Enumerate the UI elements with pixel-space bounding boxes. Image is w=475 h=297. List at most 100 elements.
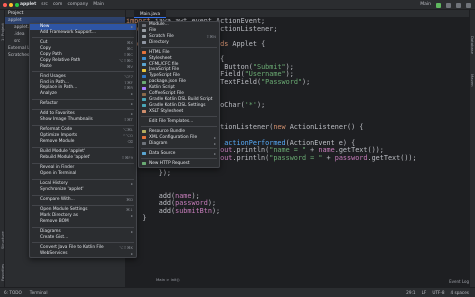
menu-item-label: Convert Java File to Kotlin File	[40, 245, 104, 251]
menu-item-label: Remove BOM	[40, 219, 69, 225]
file-type-icon	[142, 41, 146, 45]
breadcrumb-item[interactable]: src	[41, 0, 48, 10]
title-bar: applet src com company Main Main	[0, 0, 475, 10]
menu-item-label: Build Module 'applet'	[40, 149, 86, 155]
menu-item-label: Find Usages	[40, 73, 66, 79]
code-line: });	[126, 169, 469, 178]
window-controls	[3, 3, 19, 7]
menu-item-diagram[interactable]: Diagram ▸	[139, 141, 219, 147]
code-line: }	[126, 215, 469, 223]
menu-item-label: Stylesheet	[149, 55, 172, 61]
file-type-icon	[142, 136, 146, 140]
search-icon[interactable]	[466, 2, 471, 8]
menu-item-add-framework-support[interactable]: Add Framework Support...	[30, 30, 136, 36]
menu-item-data-source[interactable]: Data Source ▸	[139, 151, 219, 157]
file-type-icon	[142, 74, 146, 78]
menu-item-show-image-thumbnails[interactable]: Show Image Thumbnails ⇧⌘T	[30, 117, 136, 123]
menu-separator	[32, 194, 134, 196]
stop-icon[interactable]	[456, 2, 461, 8]
code-token: TextField(	[220, 77, 262, 86]
todo-tool-button[interactable]: 6: TODO	[4, 288, 22, 297]
file-type-icon	[142, 162, 146, 166]
menu-item-label: Reveal in Finder	[40, 165, 75, 171]
menu-separator	[32, 37, 134, 39]
menu-item-label: Diagram	[149, 140, 168, 146]
menu-item-webservices[interactable]: WebServices ▸	[30, 251, 136, 257]
new-submenu: Module... File Scratch File ⇧⌘N Directory HTM…	[138, 21, 220, 168]
menu-item-remove-module[interactable]: Remove Module ⌫	[30, 139, 136, 145]
editor-breadcrumb[interactable]: Main > init()	[126, 277, 469, 282]
menu-separator	[32, 178, 134, 180]
menu-item-label: Refactor	[40, 101, 59, 107]
terminal-tool-button[interactable]: Terminal	[30, 288, 48, 297]
caret-position[interactable]: 29:1	[406, 288, 415, 297]
menu-item-label: Module...	[149, 22, 169, 27]
file-type-icon	[142, 104, 146, 108]
menu-item-paste[interactable]: Paste ⌘V	[30, 64, 136, 70]
menu-item-label: Diagrams	[40, 229, 61, 235]
code-token: +	[322, 153, 335, 162]
file-type-icon	[142, 23, 146, 27]
menu-item-label: Resource Bundle	[149, 128, 186, 134]
menu-item-label: Synchronize 'applet'	[40, 187, 84, 193]
menu-item-label: Paste	[40, 63, 52, 69]
menu-item-label: Mark Directory as	[40, 213, 79, 219]
code-token: submitBtn	[175, 206, 212, 215]
database-tool-tab[interactable]: Database	[469, 30, 475, 60]
menu-item-open-in-terminal[interactable]: Open in Terminal	[30, 171, 136, 177]
menu-item-new-http-request[interactable]: New HTTP Request	[139, 161, 219, 167]
file-type-icon	[142, 80, 146, 84]
file-type-icon	[142, 86, 146, 90]
menu-item-analyze[interactable]: Analyze ▸	[30, 91, 136, 97]
menu-item-label: Rebuild Module 'applet'	[40, 155, 91, 161]
menu-separator	[141, 148, 217, 150]
menu-item-edit-file-templates[interactable]: Edit File Templates...	[139, 119, 219, 125]
menu-item-label: XML Configuration File	[149, 134, 198, 140]
menu-item-label: Reformat Code	[40, 127, 73, 133]
menu-item-compare-with[interactable]: Compare With... ⌘D	[30, 197, 136, 203]
menu-item-xslt-stylesheet[interactable]: XSLT Stylesheet	[139, 109, 219, 115]
toolbar-right: Main	[420, 0, 471, 10]
code-token: out	[220, 153, 233, 162]
menu-separator	[32, 98, 134, 100]
menu-item-label: Copy	[40, 45, 51, 51]
menu-item-label: File	[149, 27, 157, 33]
menu-item-synchronize-applet[interactable]: Synchronize 'applet'	[30, 187, 136, 193]
menu-item-refactor[interactable]: Refactor ▸	[30, 101, 136, 107]
menu-separator	[32, 162, 134, 164]
breadcrumb-item[interactable]: com	[53, 0, 63, 10]
breadcrumb-project[interactable]: applet	[20, 0, 36, 10]
code-line: add(submitBtn);	[126, 206, 469, 216]
indent-setting[interactable]: 4 spaces	[451, 288, 469, 297]
maven-tool-tab[interactable]: Maven	[469, 70, 475, 90]
menu-item-directory[interactable]: Directory	[139, 40, 219, 46]
menu-item-label: Add Framework Support...	[40, 29, 96, 35]
menu-item-label: Copy Path	[40, 51, 62, 57]
menu-separator	[32, 71, 134, 73]
menu-item-label: Edit File Templates...	[149, 118, 194, 124]
menu-item-label: Show Image Thumbnails	[40, 117, 93, 123]
menu-separator	[32, 242, 134, 244]
maximize-window-button[interactable]	[15, 3, 19, 7]
tab-main-java[interactable]: Main.java	[134, 10, 167, 18]
debug-icon[interactable]	[446, 2, 451, 8]
breadcrumb-item[interactable]: company	[67, 0, 88, 10]
run-icon[interactable]	[436, 2, 441, 8]
file-encoding[interactable]: UTF-8	[432, 288, 444, 297]
event-log-button[interactable]: Event Log	[449, 279, 469, 284]
menu-item-rebuild-module-applet[interactable]: Rebuild Module 'applet' ⇧⌘F9	[30, 155, 136, 161]
close-window-button[interactable]	[3, 3, 7, 7]
ide-window: applet src com company Main Main 1: Proj…	[0, 0, 475, 297]
menu-item-remove-bom[interactable]: Remove BOM	[30, 219, 136, 225]
menu-item-label: JavaScript File	[149, 67, 180, 73]
project-panel-title[interactable]: Project	[5, 10, 125, 17]
menu-item-create-gist[interactable]: Create Gist...	[30, 235, 136, 241]
line-separator[interactable]: LF	[422, 288, 427, 297]
code-token: .getText());	[367, 153, 417, 162]
minimize-window-button[interactable]	[9, 3, 13, 7]
breadcrumb-item[interactable]: Main	[93, 0, 104, 10]
run-config-select[interactable]: Main	[420, 0, 431, 10]
menu-separator	[141, 116, 217, 118]
right-tool-strip: Database Maven	[469, 10, 475, 287]
